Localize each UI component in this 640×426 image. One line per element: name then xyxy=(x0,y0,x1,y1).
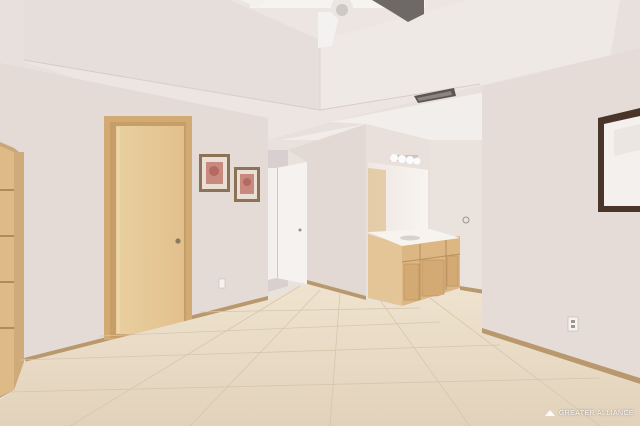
hallway-opening xyxy=(268,150,307,292)
watermark: GREATER ALLIANCE xyxy=(544,410,634,417)
framed-picture xyxy=(234,167,260,202)
watermark-text: GREATER ALLIANCE xyxy=(558,410,634,417)
right-wall xyxy=(482,48,640,384)
bathroom xyxy=(366,124,485,306)
watermark-logo-icon xyxy=(544,410,556,417)
framed-picture xyxy=(199,154,230,192)
wall-outlet xyxy=(567,316,579,332)
wall-outlet xyxy=(218,278,226,289)
wall-mirror xyxy=(598,108,640,212)
room-photo: GREATER ALLIANCE xyxy=(0,0,640,426)
bedroom-door xyxy=(104,116,192,340)
